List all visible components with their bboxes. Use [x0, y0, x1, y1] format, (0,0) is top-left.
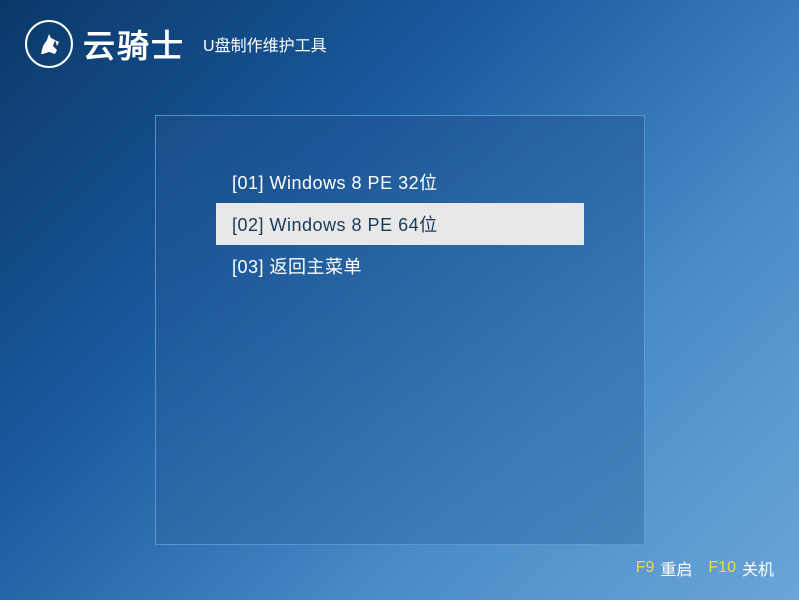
- hotkey-restart[interactable]: F9 重启: [636, 556, 693, 580]
- subtitle: U盘制作维护工具: [203, 32, 327, 56]
- hotkey-label: 关机: [742, 556, 774, 580]
- hotkey-key: F10: [708, 559, 736, 577]
- header: 云骑士 U盘制作维护工具: [25, 20, 327, 68]
- footer-hotkeys: F9 重启 F10 关机: [636, 556, 774, 580]
- hotkey-key: F9: [636, 559, 655, 577]
- logo-icon: [25, 20, 73, 68]
- boot-menu: [01] Windows 8 PE 32位 [02] Windows 8 PE …: [155, 115, 645, 545]
- menu-item-win8pe-32[interactable]: [01] Windows 8 PE 32位: [216, 161, 584, 203]
- hotkey-label: 重启: [660, 556, 692, 580]
- menu-item-return-main[interactable]: [03] 返回主菜单: [216, 245, 584, 287]
- hotkey-shutdown[interactable]: F10 关机: [708, 556, 774, 580]
- brand-name: 云骑士: [83, 21, 185, 67]
- menu-item-win8pe-64[interactable]: [02] Windows 8 PE 64位: [216, 203, 584, 245]
